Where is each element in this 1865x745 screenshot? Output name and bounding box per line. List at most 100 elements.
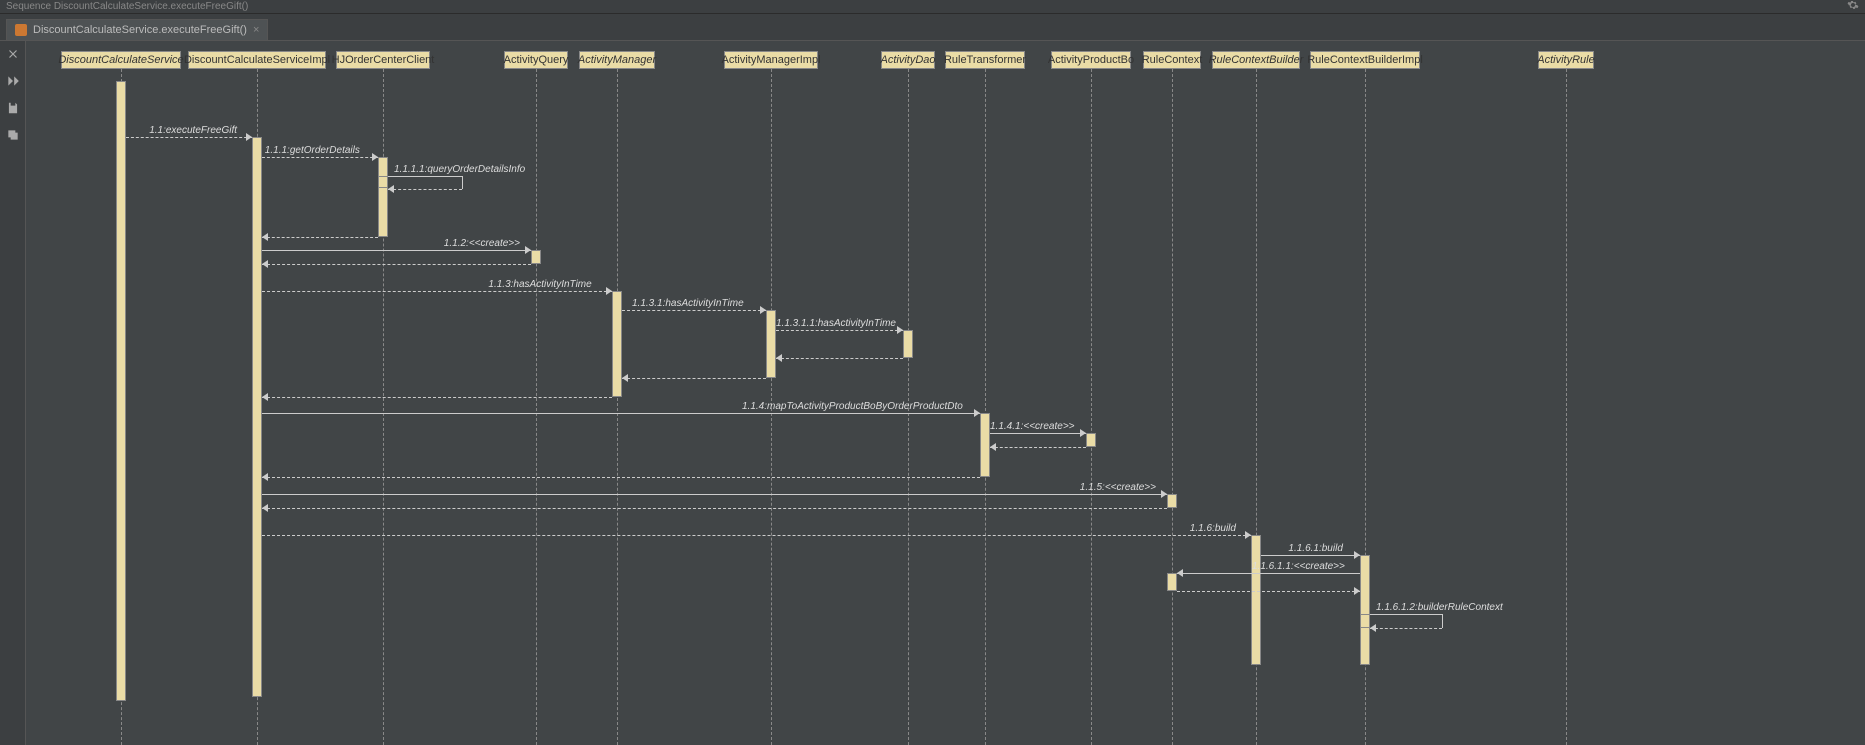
- lifeline-l8[interactable]: ActivityProductBo: [1051, 51, 1131, 69]
- message-line: [1442, 614, 1443, 628]
- copy-icon[interactable]: [6, 128, 20, 145]
- message-label: 1.1.4:mapToActivityProductBoByOrderProdu…: [742, 401, 963, 412]
- message-label: 1.1.6:build: [1190, 523, 1236, 534]
- close-diagram-icon[interactable]: [6, 47, 20, 64]
- message-line: [262, 477, 980, 478]
- message-label: 1.1.4.1:<<create>>: [990, 421, 1075, 432]
- lifeline-line: [985, 69, 986, 745]
- message-label: 1.1:executeFreeGift: [149, 125, 237, 136]
- arrow-icon: [262, 393, 268, 401]
- arrow-icon: [525, 246, 531, 254]
- message-line: [990, 433, 1086, 434]
- message-line: [1177, 591, 1360, 592]
- message-line: [1370, 628, 1442, 629]
- activation-bar: [766, 310, 776, 378]
- arrow-icon: [990, 443, 996, 451]
- arrow-icon: [262, 260, 268, 268]
- message-line: [262, 508, 1167, 509]
- activation-bar: [116, 81, 126, 701]
- message-line: [622, 310, 766, 311]
- lifeline-line: [617, 69, 618, 745]
- arrow-icon: [1370, 624, 1376, 632]
- activation-bar: [378, 176, 388, 188]
- side-toolbar: [0, 41, 26, 745]
- lifeline-line: [1091, 69, 1092, 745]
- tab-bar: DiscountCalculateService.executeFreeGift…: [0, 14, 1865, 41]
- tab-sequence-diagram[interactable]: DiscountCalculateService.executeFreeGift…: [6, 19, 268, 40]
- activation-bar: [252, 137, 262, 697]
- lifeline-l3[interactable]: ActivityQuery: [504, 51, 568, 69]
- message-line: [262, 494, 1167, 495]
- message-line: [622, 378, 766, 379]
- activation-bar: [1167, 494, 1177, 508]
- message-line: [990, 447, 1086, 448]
- message-label: 1.1.6.1.2:builderRuleContext: [1376, 602, 1503, 613]
- arrow-icon: [262, 233, 268, 241]
- activation-bar: [531, 250, 541, 264]
- arrow-icon: [388, 185, 394, 193]
- message-line: [388, 189, 462, 190]
- message-label: 1.1.6.1:build: [1288, 543, 1343, 554]
- message-line: [262, 237, 378, 238]
- lifeline-l11[interactable]: RuleContextBuilderImpl: [1310, 51, 1420, 69]
- title-text: Sequence DiscountCalculateService.execut…: [6, 1, 248, 12]
- message-label: 1.1.3:hasActivityInTime: [488, 279, 591, 290]
- close-icon[interactable]: ×: [253, 24, 259, 36]
- lifeline-l12[interactable]: ActivityRule: [1538, 51, 1594, 69]
- message-line: [262, 397, 612, 398]
- message-label: 1.1.5:<<create>>: [1080, 482, 1156, 493]
- lifeline-l0[interactable]: DiscountCalculateService: [61, 51, 181, 69]
- lifeline-l7[interactable]: RuleTransformer: [945, 51, 1025, 69]
- message-label: 1.1.2:<<create>>: [444, 238, 520, 249]
- message-line: [462, 176, 463, 189]
- message-line: [126, 137, 252, 138]
- activation-bar: [1251, 535, 1261, 665]
- message-label: 1.1.6.1.1:<<create>>: [1252, 561, 1345, 572]
- arrow-icon: [1354, 587, 1360, 595]
- message-line: [1261, 555, 1360, 556]
- lifeline-l1[interactable]: DiscountCalculateServiceImpl: [188, 51, 326, 69]
- lifeline-line: [1172, 69, 1173, 745]
- arrow-icon: [974, 409, 980, 417]
- message-line: [262, 264, 531, 265]
- lifeline-l4[interactable]: ActivityManager: [579, 51, 655, 69]
- arrow-icon: [372, 153, 378, 161]
- activation-bar: [1086, 433, 1096, 447]
- message-line: [776, 330, 903, 331]
- arrow-icon: [262, 473, 268, 481]
- arrow-icon: [622, 374, 628, 382]
- arrow-icon: [1161, 490, 1167, 498]
- arrow-icon: [1354, 551, 1360, 559]
- sequence-diagram[interactable]: DiscountCalculateService DiscountCalculat…: [26, 41, 1865, 745]
- activation-bar: [1360, 614, 1370, 628]
- message-line: [262, 250, 531, 251]
- lifeline-l5[interactable]: ActivityManagerImpl: [724, 51, 818, 69]
- activation-bar: [980, 413, 990, 477]
- lifeline-l9[interactable]: RuleContext: [1143, 51, 1201, 69]
- lifeline-l2[interactable]: HJOrderCenterClient: [336, 51, 430, 69]
- message-line: [1370, 614, 1442, 615]
- arrow-icon: [262, 504, 268, 512]
- tab-title: DiscountCalculateService.executeFreeGift…: [33, 24, 247, 36]
- message-label: 1.1.1.1:queryOrderDetailsInfo: [394, 164, 525, 175]
- arrow-icon: [760, 306, 766, 314]
- title-bar: Sequence DiscountCalculateService.execut…: [0, 0, 1865, 14]
- message-line: [776, 358, 903, 359]
- activation-bar: [1167, 573, 1177, 591]
- message-line: [262, 157, 378, 158]
- arrow-icon: [776, 354, 782, 362]
- gear-icon[interactable]: [1847, 0, 1859, 14]
- activation-bar: [903, 330, 913, 358]
- activation-bar: [378, 157, 388, 237]
- message-label: 1.1.3.1:hasActivityInTime: [632, 298, 744, 309]
- arrow-icon: [1245, 531, 1251, 539]
- save-icon[interactable]: [6, 101, 20, 118]
- lifeline-l6[interactable]: ActivityDao: [881, 51, 935, 69]
- arrow-icon: [1177, 569, 1183, 577]
- lifeline-l10[interactable]: RuleContextBuilder: [1212, 51, 1300, 69]
- skip-icon[interactable]: [6, 74, 20, 91]
- activation-bar: [612, 291, 622, 397]
- activation-bar: [1360, 555, 1370, 665]
- arrow-icon: [1080, 429, 1086, 437]
- message-line: [388, 176, 462, 177]
